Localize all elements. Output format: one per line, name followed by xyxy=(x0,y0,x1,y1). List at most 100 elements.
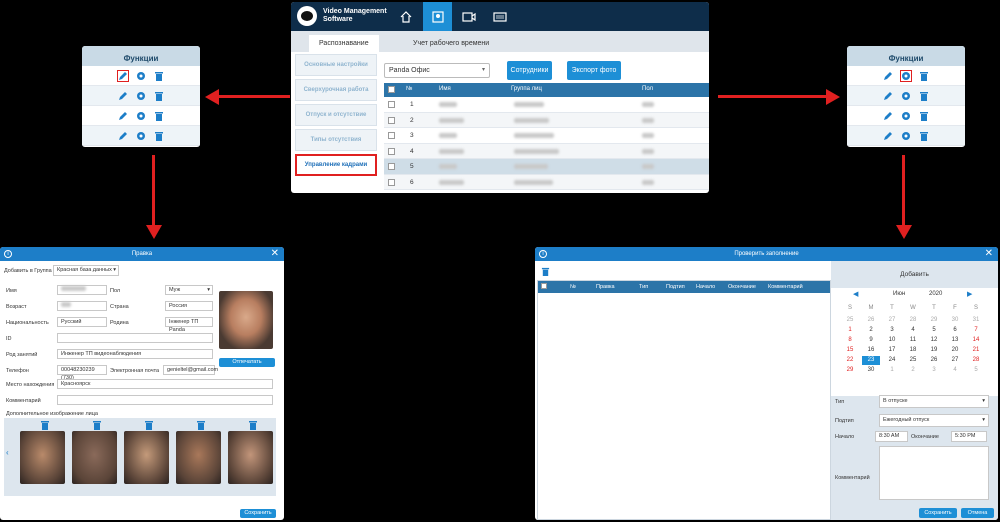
email-field[interactable]: genieltel@gmail.com xyxy=(163,365,218,375)
save-button[interactable]: Сохранить xyxy=(919,508,957,518)
calendar-day[interactable]: 25 xyxy=(904,356,922,365)
delete-button[interactable] xyxy=(153,110,165,122)
settings-button[interactable] xyxy=(135,90,147,102)
calendar-day[interactable]: 16 xyxy=(862,346,880,355)
settings-button[interactable] xyxy=(900,90,912,102)
calendar-day[interactable]: 2 xyxy=(904,366,922,375)
country-field[interactable]: Россия xyxy=(165,301,213,311)
edit-button[interactable] xyxy=(117,90,129,102)
calendar-day[interactable]: 28 xyxy=(967,356,985,365)
tab-recognition[interactable]: Распознавание xyxy=(309,35,379,52)
row-checkbox[interactable] xyxy=(388,147,395,155)
end-time-field[interactable]: 5:30 PM xyxy=(951,431,987,442)
comment-field[interactable] xyxy=(57,395,273,405)
calendar-day[interactable]: 1 xyxy=(883,366,901,375)
calendar-day[interactable]: 27 xyxy=(946,356,964,365)
id-field[interactable] xyxy=(57,333,213,343)
nav-camera-button[interactable] xyxy=(454,2,483,31)
calendar-day[interactable]: 26 xyxy=(862,316,880,325)
nav-face-button[interactable] xyxy=(423,2,452,31)
close-button[interactable]: ✕ xyxy=(271,248,279,259)
edit-button[interactable] xyxy=(882,70,894,82)
side-item-hr-management[interactable]: Управление кадрами xyxy=(295,154,377,176)
calendar-day[interactable]: 1 xyxy=(841,326,859,335)
calendar-day[interactable]: 14 xyxy=(967,336,985,345)
settings-button[interactable] xyxy=(135,70,147,82)
calendar-day[interactable]: 29 xyxy=(925,316,943,325)
nationality-field[interactable]: Русский xyxy=(57,317,107,327)
nav-home-button[interactable] xyxy=(391,2,420,31)
side-item-overtime[interactable]: Сверхурочная работа xyxy=(295,79,377,101)
export-photo-button[interactable]: Экспорт фото xyxy=(567,61,621,80)
table-row[interactable]: 1 xyxy=(384,97,709,113)
calendar-day[interactable]: 3 xyxy=(883,326,901,335)
calendar-day[interactable]: 19 xyxy=(925,346,943,355)
edit-button[interactable] xyxy=(117,130,129,142)
calendar-year[interactable]: 2020 xyxy=(929,291,942,297)
face-thumbnail[interactable] xyxy=(124,431,169,484)
calendar-day[interactable]: 13 xyxy=(946,336,964,345)
calendar-day[interactable]: 27 xyxy=(883,316,901,325)
select-all-checkbox[interactable] xyxy=(388,86,395,93)
calendar-day[interactable]: 24 xyxy=(883,356,901,365)
edit-button[interactable] xyxy=(882,130,894,142)
cancel-button[interactable]: Отмена xyxy=(961,508,994,518)
calendar-day[interactable]: 21 xyxy=(967,346,985,355)
delete-icon[interactable] xyxy=(541,267,550,278)
edit-button[interactable] xyxy=(882,90,894,102)
print-photo-button[interactable]: Отпечатать xyxy=(219,358,275,367)
calendar-day[interactable]: 9 xyxy=(862,336,880,345)
nav-keyboard-button[interactable] xyxy=(485,2,514,31)
delete-button[interactable] xyxy=(153,90,165,102)
select-all-checkbox[interactable] xyxy=(541,283,547,289)
chevron-left-icon[interactable]: ‹ xyxy=(6,448,9,457)
calendar-day[interactable]: 18 xyxy=(904,346,922,355)
face-thumbnail[interactable] xyxy=(72,431,117,484)
row-checkbox[interactable] xyxy=(388,132,395,139)
calendar-day[interactable]: 2 xyxy=(862,326,880,335)
delete-button[interactable] xyxy=(918,130,930,142)
delete-button[interactable] xyxy=(918,70,930,82)
calendar-day[interactable]: 3 xyxy=(925,366,943,375)
save-button[interactable]: Сохранить xyxy=(240,509,276,518)
subtype-select[interactable]: Ежегодный отпуск ▾ xyxy=(879,414,989,427)
row-checkbox[interactable] xyxy=(388,116,395,124)
row-checkbox[interactable] xyxy=(388,101,395,108)
next-month-icon[interactable]: ▶ xyxy=(967,290,972,298)
calendar-day[interactable]: 20 xyxy=(946,346,964,355)
gender-select[interactable]: Муж ▾ xyxy=(165,285,213,295)
calendar-day[interactable]: 12 xyxy=(925,336,943,345)
table-row[interactable]: 2 xyxy=(384,112,709,128)
side-item-absence-types[interactable]: Типы отсутствия xyxy=(295,129,377,151)
calendar-day[interactable]: 30 xyxy=(946,316,964,325)
edit-button[interactable] xyxy=(117,110,129,122)
calendar-day[interactable]: 15 xyxy=(841,346,859,355)
row-checkbox[interactable] xyxy=(388,178,395,186)
group-select[interactable]: Красная база данных ▾ xyxy=(53,265,119,276)
close-button[interactable]: ✕ xyxy=(985,248,993,259)
phone-field[interactable]: 00048230239 (730) xyxy=(57,365,107,381)
table-row[interactable]: 4 xyxy=(384,143,709,159)
age-field[interactable] xyxy=(57,301,107,311)
calendar-day[interactable]: 23 xyxy=(862,356,880,365)
row-checkbox[interactable] xyxy=(388,163,395,170)
comment-textarea[interactable] xyxy=(879,446,989,500)
settings-button[interactable] xyxy=(900,69,912,82)
calendar-day[interactable]: 5 xyxy=(967,366,985,375)
start-time-field[interactable]: 8:30 AM xyxy=(875,431,908,442)
edit-button[interactable] xyxy=(882,110,894,122)
edit-button[interactable] xyxy=(117,69,129,82)
prev-month-icon[interactable]: ◀ xyxy=(853,290,858,298)
table-row[interactable]: 6 xyxy=(384,174,709,190)
calendar-day[interactable]: 8 xyxy=(841,336,859,345)
calendar-day[interactable]: 25 xyxy=(841,316,859,325)
settings-button[interactable] xyxy=(900,110,912,122)
side-item-leave[interactable]: Отпуск и отсутствие xyxy=(295,104,377,126)
employees-button[interactable]: Сотрудники xyxy=(507,61,552,80)
calendar-day[interactable]: 29 xyxy=(841,366,859,375)
calendar-day[interactable]: 30 xyxy=(862,366,880,375)
calendar-day[interactable]: 17 xyxy=(883,346,901,355)
calendar-day[interactable]: 7 xyxy=(967,326,985,335)
settings-button[interactable] xyxy=(135,130,147,142)
calendar-day[interactable]: 6 xyxy=(946,326,964,335)
